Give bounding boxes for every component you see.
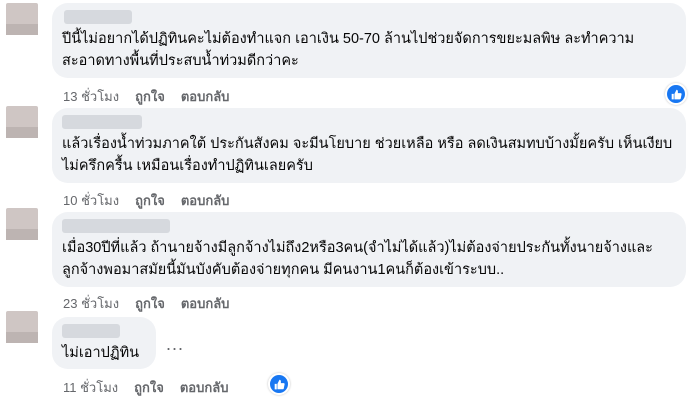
comment-text: ปีนี้ไม่อยากได้ปฏิทินคะไม่ต้องทำแจก เอาเ… xyxy=(62,31,635,69)
comment-text: แล้วเรื่องน้ำท่วมภาคใต้ ประกันสังคม จะมี… xyxy=(62,136,673,174)
more-options-icon[interactable]: ... xyxy=(166,334,184,355)
comment-text: ไม่เอาปฏิทิน xyxy=(62,345,140,361)
comment-actions: 11 ชั่วโมง ถูกใจ ตอบกลับ xyxy=(63,377,228,398)
like-button[interactable]: ถูกใจ xyxy=(134,377,164,398)
comment-timestamp[interactable]: 11 ชั่วโมง xyxy=(63,377,118,398)
author-name-blurred[interactable] xyxy=(62,219,170,233)
reply-button[interactable]: ตอบกลับ xyxy=(181,190,230,211)
comment-actions: 23 ชั่วโมง ถูกใจ ตอบกลับ xyxy=(63,293,229,314)
reply-button[interactable]: ตอบกลับ xyxy=(181,86,230,107)
like-reaction-icon[interactable] xyxy=(665,83,687,105)
like-button[interactable]: ถูกใจ xyxy=(135,86,165,107)
comment-timestamp[interactable]: 13 ชั่วโมง xyxy=(63,86,119,107)
comment-actions: 10 ชั่วโมง ถูกใจ ตอบกลับ xyxy=(63,190,229,211)
comment-bubble: ไม่เอาปฏิทิน xyxy=(52,317,156,369)
avatar[interactable] xyxy=(6,3,38,35)
comment-bubble: แล้วเรื่องน้ำท่วมภาคใต้ ประกันสังคม จะมี… xyxy=(52,108,686,183)
like-button[interactable]: ถูกใจ xyxy=(135,190,165,211)
like-reaction-icon[interactable] xyxy=(268,373,290,395)
avatar[interactable] xyxy=(6,311,38,343)
reply-button[interactable]: ตอบกลับ xyxy=(181,293,230,314)
comment-bubble: ปีนี้ไม่อยากได้ปฏิทินคะไม่ต้องทำแจก เอาเ… xyxy=(52,3,686,78)
comment-timestamp[interactable]: 10 ชั่วโมง xyxy=(63,190,119,211)
comment-bubble: เมื่อ30ปีที่แล้ว ถ้านายจ้างมีลูกจ้างไม่ถ… xyxy=(52,212,686,287)
author-name-blurred[interactable] xyxy=(62,115,142,129)
author-name-blurred[interactable] xyxy=(62,324,120,338)
like-button[interactable]: ถูกใจ xyxy=(135,293,165,314)
author-name-blurred[interactable] xyxy=(64,10,132,24)
avatar[interactable] xyxy=(6,208,38,240)
avatar[interactable] xyxy=(6,106,38,138)
comment-timestamp[interactable]: 23 ชั่วโมง xyxy=(63,293,119,314)
reply-button[interactable]: ตอบกลับ xyxy=(180,377,229,398)
comment-text: เมื่อ30ปีที่แล้ว ถ้านายจ้างมีลูกจ้างไม่ถ… xyxy=(62,240,653,278)
comment-actions: 13 ชั่วโมง ถูกใจ ตอบกลับ xyxy=(63,86,229,107)
